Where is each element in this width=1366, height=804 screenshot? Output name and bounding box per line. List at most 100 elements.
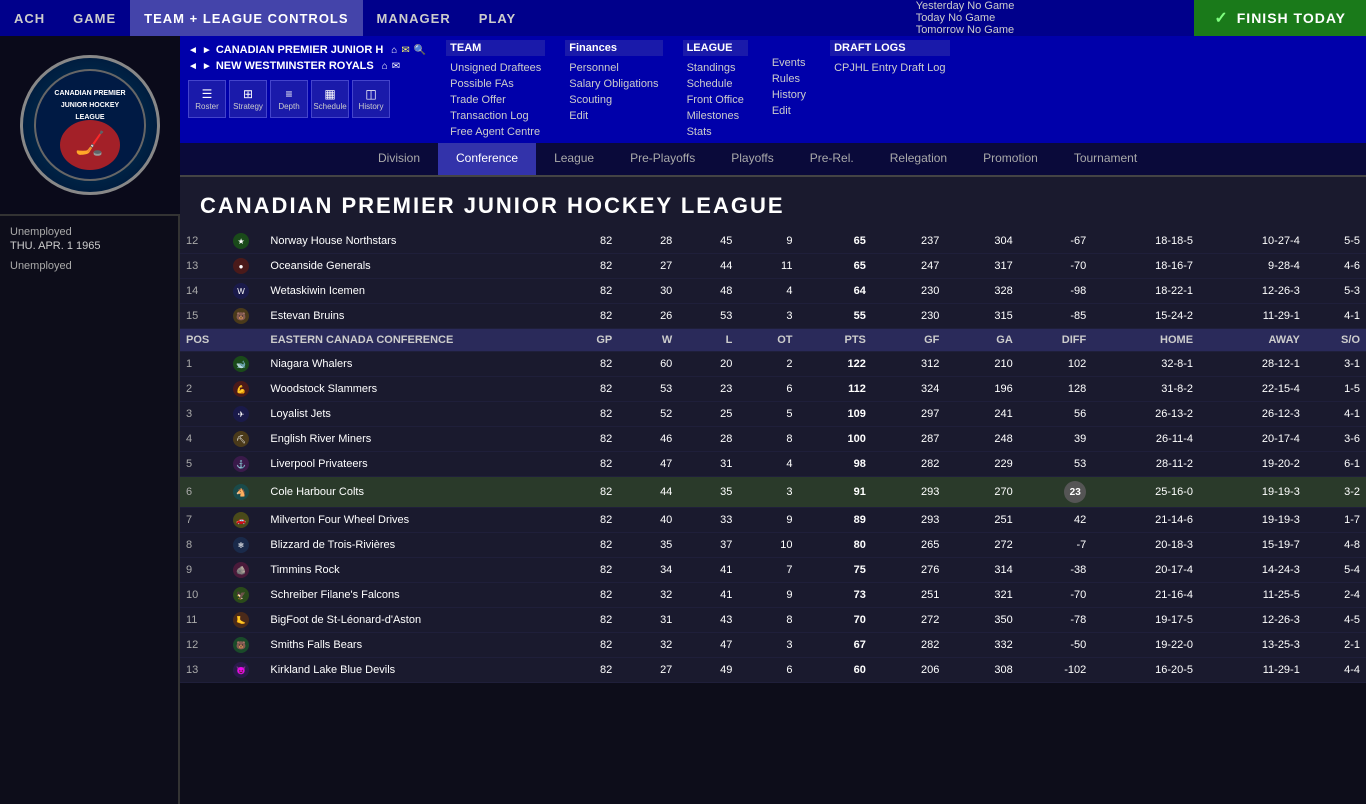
- tab-pre-rel[interactable]: Pre-Rel.: [792, 143, 872, 175]
- history-icon-btn[interactable]: ◫ History: [352, 80, 390, 118]
- sidebar-info: Unemployed THU. APR. 1 1965 Unemployed: [0, 216, 178, 282]
- sidebar-status: Unemployed: [10, 226, 168, 238]
- table-row[interactable]: 12 ★ Norway House Northstars 8228459 65 …: [180, 229, 1366, 254]
- prev-arrow-1[interactable]: ◄: [188, 45, 198, 56]
- sidebar: CANADIAN PREMIER JUNIOR HOCKEY LEAGUE 🏒 …: [0, 36, 180, 804]
- main-area: ◄ ► CANADIAN PREMIER JUNIOR H ⌂ ✉ 🔍 ◄ ► …: [180, 36, 1366, 804]
- league-menu-item-4[interactable]: Milestones: [683, 109, 748, 123]
- home-btn-1[interactable]: ⌂: [391, 45, 397, 56]
- search-btn-1[interactable]: 🔍: [414, 45, 426, 56]
- table-row[interactable]: 14 W Wetaskiwin Icemen 8230484 64 230328…: [180, 279, 1366, 304]
- finance-menu-item-2[interactable]: Salary Obligations: [565, 77, 662, 91]
- dropdown-menu-bar: ◄ ► CANADIAN PREMIER JUNIOR H ⌂ ✉ 🔍 ◄ ► …: [180, 36, 1366, 143]
- team-link-1[interactable]: CANADIAN PREMIER JUNIOR H: [216, 44, 383, 56]
- team-menu: TEAM Unsigned Draftees Possible FAs Trad…: [446, 40, 545, 139]
- draft-logs-menu: DRAFT LOGS CPJHL Entry Draft Log: [830, 40, 949, 75]
- table-row[interactable]: 5 ⚓ Liverpool Privateers 8247314 98 2822…: [180, 452, 1366, 477]
- finance-menu-item-3[interactable]: Scouting: [565, 93, 662, 107]
- league-menu-item-1[interactable]: Standings: [683, 61, 748, 75]
- league-menu2-item-2[interactable]: Rules: [768, 72, 810, 86]
- mail-btn-1[interactable]: ✉: [401, 45, 409, 56]
- tab-tournament[interactable]: Tournament: [1056, 143, 1155, 175]
- tab-playoffs[interactable]: Playoffs: [713, 143, 791, 175]
- prev-arrow-2[interactable]: ◄: [188, 61, 198, 72]
- table-row[interactable]: 7 🚗 Milverton Four Wheel Drives 8240339 …: [180, 508, 1366, 533]
- team-menu-item-3[interactable]: Trade Offer: [446, 93, 545, 107]
- draft-logs-title: DRAFT LOGS: [830, 40, 949, 56]
- schedule-yesterday: No Game: [967, 0, 1014, 12]
- league-menu-item-2[interactable]: Schedule: [683, 77, 748, 91]
- league-menu2-item-3[interactable]: History: [768, 88, 810, 102]
- finance-menu-item-1[interactable]: Personnel: [565, 61, 662, 75]
- table-row[interactable]: 11 🦶 BigFoot de St-Léonard-d'Aston 82314…: [180, 608, 1366, 633]
- manager-nav-btn[interactable]: MANAGER: [363, 0, 465, 36]
- team-logo-icon: 🪨: [233, 562, 249, 578]
- team-menu-item-4[interactable]: Transaction Log: [446, 109, 545, 123]
- finish-today-button[interactable]: ✓ FINISH TODAY: [1194, 0, 1366, 36]
- team-menu-item-5[interactable]: Free Agent Centre: [446, 125, 545, 139]
- team-logo-icon: ✈: [233, 406, 249, 422]
- eastern-conference-header: POS EASTERN CANADA CONFERENCE GP W L OT …: [180, 329, 1366, 352]
- play-nav-btn[interactable]: PLAY: [465, 0, 530, 36]
- league-logo: CANADIAN PREMIER JUNIOR HOCKEY LEAGUE 🏒: [20, 55, 160, 195]
- league-menu-item-5[interactable]: Stats: [683, 125, 748, 139]
- finance-menu: Finances Personnel Salary Obligations Sc…: [565, 40, 662, 123]
- tab-promotion[interactable]: Promotion: [965, 143, 1056, 175]
- game-nav-btn[interactable]: GAME: [59, 0, 130, 36]
- depth-icon-btn[interactable]: ≡ Depth: [270, 80, 308, 118]
- league-menu2-item-1[interactable]: Events: [768, 56, 810, 70]
- team-logo-icon: 🚗: [233, 512, 249, 528]
- team-logo-icon: W: [233, 283, 249, 299]
- team-link-2[interactable]: NEW WESTMINSTER ROYALS: [216, 60, 374, 72]
- team-logo-icon: ⚓: [233, 456, 249, 472]
- league-menu2-item-4[interactable]: Edit: [768, 104, 810, 118]
- roster-icon-btn[interactable]: ☰ Roster: [188, 80, 226, 118]
- league-menu-2: Events Rules History Edit: [768, 40, 810, 118]
- strategy-icon-btn[interactable]: ⊞ Strategy: [229, 80, 267, 118]
- finance-menu-item-4[interactable]: Edit: [565, 109, 662, 123]
- league-menu-title: LEAGUE: [683, 40, 748, 56]
- main-content: CANADIAN PREMIER JUNIOR HOCKEY LEAGUE: [180, 177, 1366, 683]
- page-title: CANADIAN PREMIER JUNIOR HOCKEY LEAGUE: [180, 177, 1366, 229]
- tab-division[interactable]: Division: [360, 143, 438, 175]
- team-menu-item-2[interactable]: Possible FAs: [446, 77, 545, 91]
- schedule-icon-btn[interactable]: ▦ Schedule: [311, 80, 349, 118]
- main-layout: CANADIAN PREMIER JUNIOR HOCKEY LEAGUE 🏒 …: [0, 36, 1366, 804]
- team-logo-icon: 😈: [233, 662, 249, 678]
- league-menu-item-3[interactable]: Front Office: [683, 93, 748, 107]
- checkmark-icon: ✓: [1214, 8, 1228, 28]
- table-row[interactable]: 12 🐻 Smiths Falls Bears 8232473 67 28233…: [180, 633, 1366, 658]
- team-logo-icon: ⛏: [233, 431, 249, 447]
- next-arrow-2[interactable]: ►: [202, 61, 212, 72]
- table-row[interactable]: 10 🦅 Schreiber Filane's Falcons 8232419 …: [180, 583, 1366, 608]
- table-row[interactable]: 9 🪨 Timmins Rock 8234417 75 276314-38 20…: [180, 558, 1366, 583]
- tab-pre-playoffs[interactable]: Pre-Playoffs: [612, 143, 713, 175]
- mail-btn-2[interactable]: ✉: [392, 61, 400, 72]
- nav-arrow-row-1: ◄ ► CANADIAN PREMIER JUNIOR H ⌂ ✉ 🔍: [188, 44, 426, 56]
- tab-conference[interactable]: Conference: [438, 143, 536, 175]
- home-btn-2[interactable]: ⌂: [382, 61, 388, 72]
- team-logo-icon: 🦶: [233, 612, 249, 628]
- table-row[interactable]: 2 💪 Woodstock Slammers 8253236 112 32419…: [180, 377, 1366, 402]
- table-row[interactable]: 15 🐻 Estevan Bruins 8226533 55 230315-85…: [180, 304, 1366, 329]
- tab-relegation[interactable]: Relegation: [872, 143, 965, 175]
- team-logo-icon: ●: [233, 258, 249, 274]
- team-logo-icon: 💪: [233, 381, 249, 397]
- schedule-today: No Game: [948, 12, 995, 24]
- table-row[interactable]: 13 😈 Kirkland Lake Blue Devils 8227496 6…: [180, 658, 1366, 683]
- draft-log-item[interactable]: CPJHL Entry Draft Log: [830, 61, 949, 75]
- ach-nav-btn[interactable]: ACH: [0, 0, 59, 36]
- table-row[interactable]: 13 ● Oceanside Generals 82274411 65 2473…: [180, 254, 1366, 279]
- next-arrow-1[interactable]: ►: [202, 45, 212, 56]
- nav-arrow-row-2: ◄ ► NEW WESTMINSTER ROYALS ⌂ ✉: [188, 60, 426, 72]
- tab-league[interactable]: League: [536, 143, 612, 175]
- team-menu-item-1[interactable]: Unsigned Draftees: [446, 61, 545, 75]
- team-league-nav-btn[interactable]: TEAM + LEAGUE CONTROLS: [130, 0, 362, 36]
- table-row-highlighted[interactable]: 6 🐴 Cole Harbour Colts 8244353 91 293270…: [180, 477, 1366, 508]
- finish-today-label: FINISH TODAY: [1237, 10, 1346, 26]
- table-row[interactable]: 8 ❄ Blizzard de Trois-Rivières 82353710 …: [180, 533, 1366, 558]
- table-row[interactable]: 4 ⛏ English River Miners 8246288 100 287…: [180, 427, 1366, 452]
- table-row[interactable]: 3 ✈ Loyalist Jets 8252255 109 29724156 2…: [180, 402, 1366, 427]
- schedule-tomorrow: No Game: [967, 24, 1014, 36]
- table-row[interactable]: 1 🐋 Niagara Whalers 8260202 122 31221010…: [180, 352, 1366, 377]
